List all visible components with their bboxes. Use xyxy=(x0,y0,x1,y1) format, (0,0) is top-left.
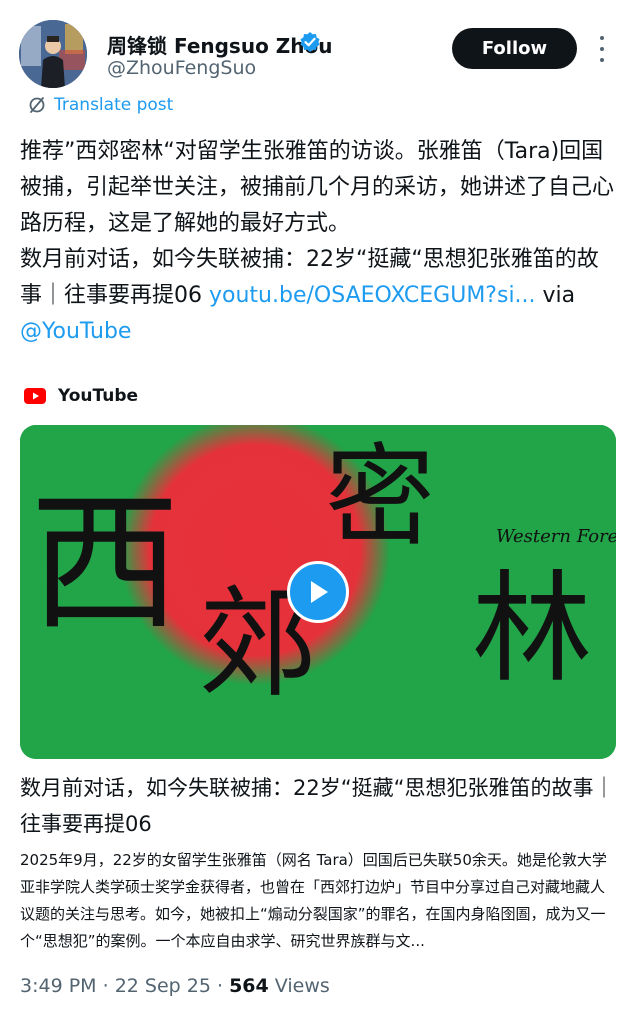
tweet-page: 周锋锁 Fengsuo Zhou @ZhouFengSuo Follow Tra… xyxy=(0,0,636,1024)
via-text: via xyxy=(535,283,576,308)
post-date[interactable]: 22 Sep 25 xyxy=(115,975,211,997)
post-paragraph-1: 推荐”西郊密林“对留学生张雅笛的访谈。张雅笛（Tara)回国被捕，引起举世关注，… xyxy=(20,139,615,236)
views-label: Views xyxy=(268,975,330,997)
meta-separator: · xyxy=(210,975,230,997)
play-button[interactable] xyxy=(287,561,349,623)
follow-button[interactable]: Follow xyxy=(452,28,577,69)
thumbnail-glyph-xi: 西 xyxy=(30,477,180,651)
card-description: 2025年9月，22岁的女留学生张雅笛（网名 Tara）回国后已失联50余天。她… xyxy=(20,851,607,950)
card-source[interactable]: YouTube xyxy=(24,386,138,406)
post-time[interactable]: 3:49 PM xyxy=(20,975,97,997)
thumbnail-glyph-lin: 林 xyxy=(472,560,592,699)
card-source-label: YouTube xyxy=(58,386,139,406)
bottom-edge xyxy=(0,1016,636,1024)
translate-post-link[interactable]: Translate post xyxy=(28,95,173,115)
author-handle[interactable]: @ZhouFengSuo xyxy=(107,57,256,79)
thumbnail-glyph-mi: 密 xyxy=(325,433,435,561)
avatar[interactable] xyxy=(19,20,87,88)
post-paragraph-2: 数月前对话，如今失联被捕：22岁“挺藏“思想犯张雅笛的故事｜往事要再提06 yo… xyxy=(20,242,618,350)
play-icon xyxy=(311,581,328,603)
youtube-link[interactable]: youtu.be/OSAEOXCEGUM?si... xyxy=(209,283,536,308)
more-options-icon[interactable] xyxy=(594,36,610,62)
thumbnail-subtitle: Western Fores xyxy=(496,526,616,547)
translate-label: Translate post xyxy=(54,95,174,115)
card-title[interactable]: 数月前对话，如今失联被捕：22岁“挺藏“思想犯张雅笛的故事｜往事要再提06 xyxy=(20,770,618,842)
video-thumbnail[interactable]: 西 郊 密 林 Western Fores xyxy=(20,425,616,759)
youtube-logo-icon xyxy=(24,388,46,404)
post-text: 推荐”西郊密林“对留学生张雅笛的访谈。张雅笛（Tara)回国被捕，引起举世关注，… xyxy=(20,134,618,350)
verified-badge-icon xyxy=(300,32,320,52)
translate-icon xyxy=(29,97,45,113)
views-count: 564 xyxy=(229,975,269,997)
youtube-mention[interactable]: @YouTube xyxy=(20,319,131,344)
meta-separator: · xyxy=(96,975,115,997)
post-meta: 3:49 PM · 22 Sep 25 · 564 Views xyxy=(20,975,330,997)
